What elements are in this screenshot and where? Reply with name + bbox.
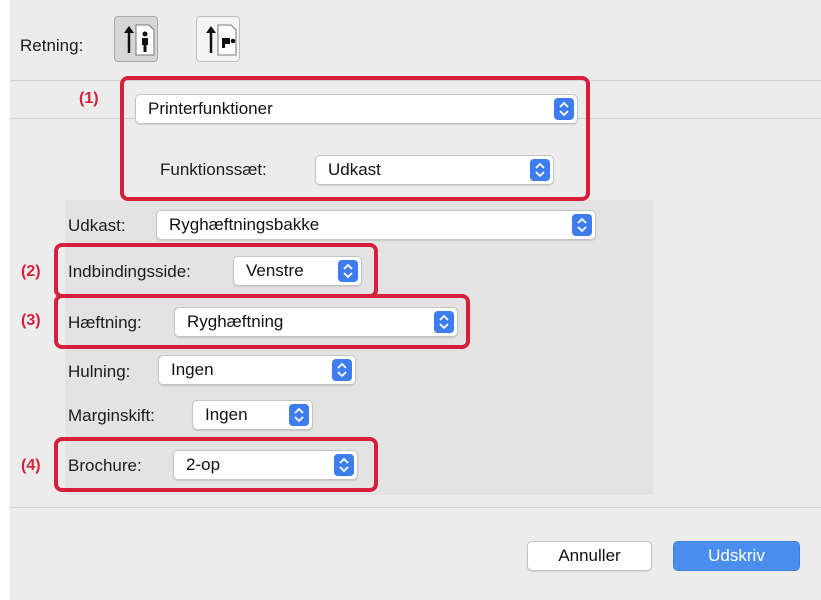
output-label: Udkast: bbox=[68, 216, 126, 235]
landscape-icon bbox=[206, 24, 237, 56]
landscape-orientation-button[interactable] bbox=[196, 16, 240, 62]
margin-shift-label: Marginskift: bbox=[68, 406, 155, 425]
section-select-value: Printerfunktioner bbox=[148, 99, 273, 118]
staple-select[interactable]: Ryghæftning bbox=[174, 307, 458, 337]
staple-label: Hæftning: bbox=[68, 313, 142, 332]
feature-set-label: Funktionssæt: bbox=[160, 160, 267, 179]
punch-select[interactable]: Ingen bbox=[158, 355, 356, 385]
orientation-label: Retning: bbox=[20, 36, 84, 55]
booklet-select[interactable]: 2-op bbox=[173, 450, 358, 480]
chevron-updown-icon bbox=[434, 311, 454, 333]
bottom-divider bbox=[10, 507, 821, 508]
binding-edge-label: Indbindingsside: bbox=[68, 262, 191, 281]
binding-edge-select[interactable]: Venstre bbox=[233, 256, 362, 286]
section-select[interactable]: Printerfunktioner bbox=[135, 94, 578, 124]
chevron-updown-icon bbox=[530, 159, 550, 181]
callout-number-3: (3) bbox=[21, 312, 41, 329]
portrait-orientation-button[interactable] bbox=[114, 16, 158, 62]
cancel-button[interactable]: Annuller bbox=[527, 541, 652, 571]
booklet-label: Brochure: bbox=[68, 456, 142, 475]
punch-label: Hulning: bbox=[68, 362, 131, 381]
margin-shift-select[interactable]: Ingen bbox=[192, 400, 313, 430]
output-tray-value: Ryghæftningsbakke bbox=[169, 215, 320, 234]
output-tray-select[interactable]: Ryghæftningsbakke bbox=[156, 210, 596, 240]
staple-value: Ryghæftning bbox=[187, 312, 284, 331]
chevron-updown-icon bbox=[572, 214, 592, 236]
chevron-updown-icon bbox=[334, 454, 354, 476]
punch-value: Ingen bbox=[171, 360, 214, 379]
feature-set-select[interactable]: Udkast bbox=[315, 155, 554, 185]
margin-shift-value: Ingen bbox=[205, 405, 248, 424]
callout-number-1: (1) bbox=[79, 90, 99, 107]
chevron-updown-icon bbox=[289, 404, 309, 426]
callout-number-2: (2) bbox=[21, 263, 41, 280]
chevron-updown-icon bbox=[332, 359, 352, 381]
callout-number-4: (4) bbox=[21, 457, 41, 474]
chevron-updown-icon bbox=[554, 98, 574, 120]
booklet-value: 2-op bbox=[186, 455, 221, 474]
portrait-icon bbox=[124, 24, 155, 56]
chevron-updown-icon bbox=[338, 260, 358, 282]
feature-set-value: Udkast bbox=[328, 160, 381, 179]
binding-edge-value: Venstre bbox=[246, 261, 304, 280]
print-button[interactable]: Udskriv bbox=[673, 541, 800, 571]
